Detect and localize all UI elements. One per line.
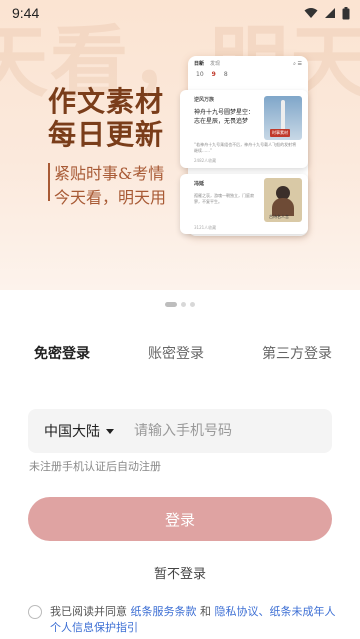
login-button[interactable]: 登录 — [28, 497, 332, 541]
status-bar: 9:44 — [0, 0, 360, 26]
wifi-icon — [304, 8, 318, 18]
register-hint: 未注册手机认证后自动注册 — [29, 460, 161, 473]
mockup-date-strip: 10 9 8 — [188, 69, 308, 80]
agreement-text: 我已阅读并同意 纸条服务条款 和 隐私协议、纸条未成年人个人信息保护指引 — [50, 604, 338, 636]
region-label: 中国大陆 — [44, 424, 100, 440]
hero-title-second-line: 每日更新 — [48, 118, 165, 151]
mockup-tab-active: 日新 — [194, 61, 205, 67]
carousel-indicator — [0, 302, 360, 307]
carousel-dot[interactable] — [190, 302, 195, 307]
mockup-card-text: “若神舟十九号乘组也不后，神舟十九号载人飞船的发射将继续……” — [194, 142, 297, 153]
login-mode-tabs: 免密登录 账密登录 第三方登录 — [0, 343, 360, 363]
mockup-date: 10 — [196, 71, 204, 78]
hero-subtitle-second-line: 今天看，明天用 — [54, 188, 167, 207]
hero-subtitle: 紧贴时事&考情 — [54, 164, 165, 183]
mockup-search-icon: ⌕ ☰ — [293, 60, 302, 67]
mockup-header: 日新 发现 ⌕ ☰ — [188, 56, 308, 69]
status-time: 9:44 — [12, 5, 40, 21]
tab-password-login[interactable]: 账密登录 — [148, 343, 204, 363]
hero-banner[interactable]: 今天看，明天 作文素材 每日更新 紧贴时事&考情 今天看，明天用 日新 发现 ⌕… — [0, 0, 360, 290]
mockup-date-selected: 9 — [211, 71, 216, 78]
signal-icon — [325, 8, 335, 18]
tab-passwordless-login[interactable]: 免密登录 — [34, 343, 90, 363]
region-selector[interactable]: 中国大陆 — [44, 421, 114, 441]
hero-accent-bar — [48, 163, 50, 201]
mockup-card-meta: 3121人收藏 — [194, 225, 217, 230]
tab-third-party-login[interactable]: 第三方登录 — [262, 343, 332, 363]
carousel-dot-active[interactable] — [165, 302, 177, 307]
agreement-prefix: 我已阅读并同意 — [50, 605, 131, 618]
phone-number-input[interactable] — [134, 423, 314, 439]
carousel-dot[interactable] — [181, 302, 186, 307]
battery-icon — [342, 6, 350, 19]
mockup-card-news: 逆风万族 神舟十九号圆梦星空：志在星辰，无畏追梦 “若神舟十九号乘组也不后，神舟… — [180, 90, 308, 168]
portrait-image: 古诗名人言 — [264, 178, 302, 222]
caret-down-icon — [106, 429, 114, 434]
phone-input-group: 中国大陆 — [28, 409, 332, 453]
mockup-card-poem: 冯延 孤雁之哀，游魂一朝独立，门庭寂寥，不复平生。 3121人收藏 古诗名人言 — [180, 174, 308, 234]
rocket-image: 时事素材 — [264, 96, 302, 140]
skip-login-link[interactable]: 暂不登录 — [0, 563, 360, 582]
agreement-row: 我已阅读并同意 纸条服务条款 和 隐私协议、纸条未成年人个人信息保护指引 — [28, 604, 338, 636]
terms-of-service-link[interactable]: 纸条服务条款 — [131, 605, 197, 618]
mockup-card-badge: 时事素材 — [270, 129, 290, 137]
mockup-date: 8 — [223, 71, 228, 78]
portrait-label: 古诗名人言 — [269, 214, 289, 219]
mockup-card-meta: 2482人收藏 — [194, 158, 217, 163]
mockup-card-title: 神舟十九号圆梦星空：志在星辰，无畏追梦 — [194, 109, 255, 125]
mockup-card-text: 孤雁之哀，游魂一朝独立，门庭寂寥，不复平生。 — [194, 193, 254, 204]
agreement-mid: 和 — [196, 605, 215, 618]
agreement-checkbox[interactable] — [28, 605, 42, 619]
mockup-tab: 发现 — [210, 61, 221, 67]
